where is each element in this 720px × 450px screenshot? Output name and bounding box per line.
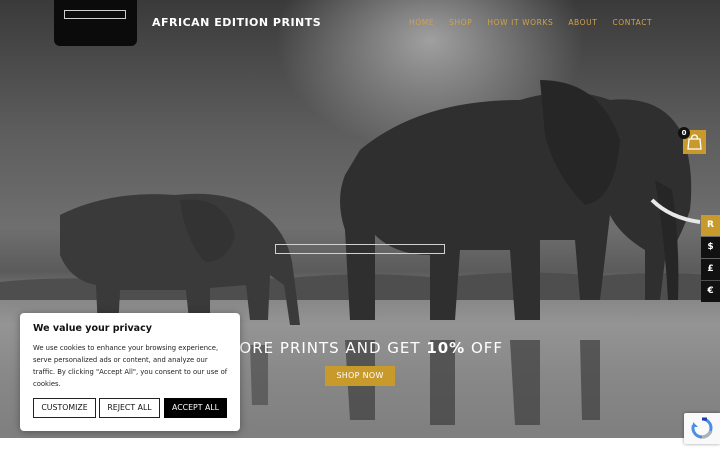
nav-item-how-it-works[interactable]: HOW IT WORKS (487, 18, 553, 27)
cookie-consent-banner: We value your privacy We use cookies to … (20, 313, 240, 431)
promo-suffix: OFF (465, 339, 504, 357)
promo-highlight: 10% (426, 339, 466, 357)
currency-zar[interactable]: R (701, 215, 720, 236)
logo[interactable] (54, 0, 137, 46)
nav-item-about[interactable]: ABOUT (568, 18, 597, 27)
nav-item-contact[interactable]: CONTACT (612, 18, 652, 27)
recaptcha-icon (691, 417, 713, 439)
shop-now-button[interactable]: SHOP NOW (325, 366, 395, 386)
reject-all-button[interactable]: REJECT ALL (99, 398, 160, 418)
currency-eur[interactable]: € (701, 281, 720, 302)
cart-count-badge: 0 (678, 127, 690, 139)
cookie-title: We value your privacy (33, 323, 152, 334)
main-nav: HOME SHOP HOW IT WORKS ABOUT CONTACT (409, 18, 652, 27)
logo-image-placeholder (64, 10, 126, 19)
brand-name[interactable]: AFRICAN EDITION PRINTS (152, 16, 321, 29)
currency-usd[interactable]: $ (701, 237, 720, 258)
currency-gbp[interactable]: £ (701, 259, 720, 280)
nav-item-shop[interactable]: SHOP (449, 18, 472, 27)
accept-all-button[interactable]: ACCEPT ALL (164, 398, 227, 418)
customize-button[interactable]: CUSTOMIZE (33, 398, 96, 418)
nav-item-home[interactable]: HOME (409, 18, 434, 27)
recaptcha-badge[interactable] (684, 413, 720, 444)
cookie-body: We use cookies to enhance your browsing … (33, 344, 228, 388)
hero-image-placeholder (275, 244, 445, 254)
